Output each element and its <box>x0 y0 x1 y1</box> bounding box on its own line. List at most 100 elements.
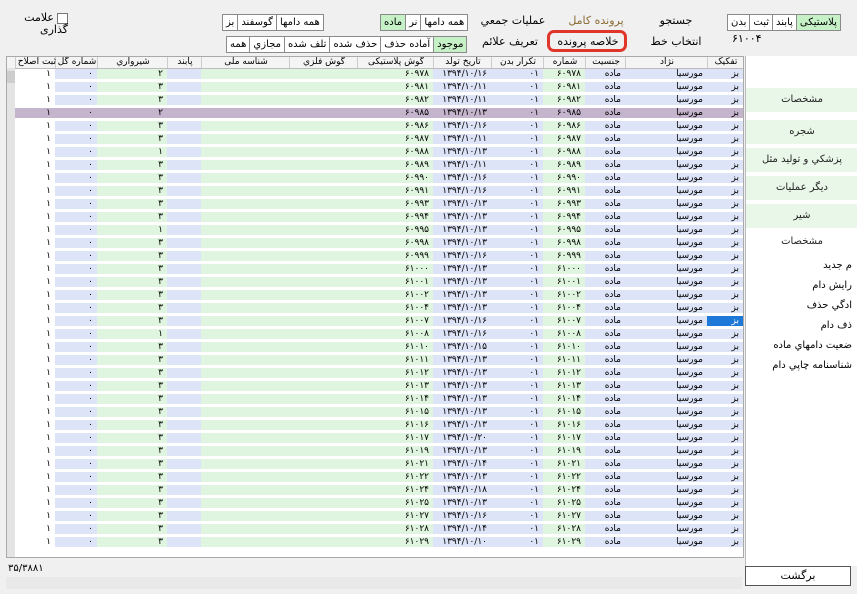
table-row[interactable]: بز مورسیا ماده ۶۰۹۸۲ ۰۱ ۱۳۹۴/۱۰/۱۱ ۶۰۹۸۲ ۳ ۰ ۱ <box>7 95 743 105</box>
table-row[interactable]: بز مورسیا ماده ۶۱۰۲۱ ۰۱ ۱۳۹۴/۱۰/۱۴ ۶۱۰۲۱ ۳ ۰ ۱ <box>7 459 743 469</box>
side-menu-link[interactable]: ذف دام <box>821 320 852 331</box>
mark-checkbox[interactable]: علامت گذاری <box>8 12 68 36</box>
filter-tab[interactable]: ثبت <box>749 15 772 30</box>
column-header[interactable]: گوش پلاستیکی <box>357 57 434 68</box>
horizontal-scrollbar[interactable] <box>6 577 742 589</box>
filter-tab[interactable]: موجود <box>433 37 467 52</box>
table-cell: ۶۱۰۲۱ <box>357 459 433 469</box>
filter-tab[interactable]: همه دامها <box>420 15 467 30</box>
filter-tab[interactable]: مجازي <box>249 37 284 52</box>
column-header[interactable]: شماره گل <box>55 57 98 68</box>
table-row[interactable]: بز مورسیا ماده ۶۱۰۱۵ ۰۱ ۱۳۹۴/۱۰/۱۳ ۶۱۰۱۵ ۳ ۰ ۱ <box>7 407 743 417</box>
back-button[interactable]: برگشت <box>745 566 851 586</box>
filter-tab[interactable]: گوسفند <box>237 15 276 30</box>
search-id-field[interactable]: ۶۱۰۰۴ <box>732 32 762 45</box>
table-row[interactable]: بز مورسیا ماده ۶۰۹۸۷ ۰۱ ۱۳۹۴/۱۰/۱۱ ۶۰۹۸۷ ۳ ۰ ۱ <box>7 134 743 144</box>
animals-table[interactable]: تفکیک نژاد جنسیت شماره تکرار بدن تاریخ تولد گو… <box>6 56 744 558</box>
filter-tab[interactable]: آماده حذف <box>380 37 433 52</box>
table-row[interactable]: بز مورسیا ماده ۶۰۹۸۹ ۰۱ ۱۳۹۴/۱۰/۱۱ ۶۰۹۸۹ ۳ ۰ ۱ <box>7 160 743 170</box>
side-menu-link[interactable]: شناسنامه چاپي دام <box>772 360 852 371</box>
filter-tab[interactable]: همه دامها <box>275 15 323 30</box>
table-row[interactable]: بز مورسیا ماده ۶۰۹۸۶ ۰۱ ۱۳۹۴/۱۰/۱۶ ۶۰۹۸۶ ۳ ۰ ۱ <box>7 121 743 131</box>
table-row[interactable]: بز مورسیا ماده ۶۱۰۱۲ ۰۱ ۱۳۹۴/۱۰/۱۳ ۶۱۰۱۲ ۳ ۰ ۱ <box>7 368 743 378</box>
filter-tab[interactable]: پابند <box>772 15 796 30</box>
table-row[interactable]: بز مورسیا ماده ۶۰۹۹۴ ۰۱ ۱۳۹۴/۱۰/۱۳ ۶۰۹۹۴ ۳ ۰ ۱ <box>7 212 743 222</box>
side-menu-button[interactable]: دیگر عملیات <box>746 176 857 200</box>
side-menu-button[interactable]: پزشکي و تولید مثل <box>746 148 857 172</box>
table-row[interactable]: بز مورسیا ماده ۶۱۰۲۷ ۰۱ ۱۳۹۴/۱۰/۱۶ ۶۱۰۲۷ ۳ ۰ ۱ <box>7 511 743 521</box>
column-header[interactable]: شماره <box>543 57 586 68</box>
filter-tab[interactable]: بز <box>223 15 237 30</box>
filter-tab[interactable]: حذف شده <box>329 37 380 52</box>
table-row[interactable]: بز مورسیا ماده ۶۱۰۱۰ ۰۱ ۱۳۹۴/۱۰/۱۵ ۶۱۰۱۰ ۳ ۰ ۱ <box>7 342 743 352</box>
status-filter-tabs[interactable]: موجود آماده حذف حذف شده تلف شده مجازي همه <box>226 36 468 53</box>
filter-tab[interactable]: ماده <box>381 15 406 30</box>
table-row[interactable]: بز مورسیا ماده ۶۰۹۹۱ ۰۱ ۱۳۹۴/۱۰/۱۶ ۶۰۹۹۱ ۳ ۰ ۱ <box>7 186 743 196</box>
column-header[interactable]: شناسه ملی <box>201 57 290 68</box>
column-header[interactable]: نژاد <box>625 57 708 68</box>
table-row[interactable]: بز مورسیا ماده ۶۱۰۱۶ ۰۱ ۱۳۹۴/۱۰/۱۳ ۶۱۰۱۶ ۳ ۰ ۱ <box>7 420 743 430</box>
side-menu-link[interactable]: رایش دام <box>812 280 852 291</box>
table-cell: ماده <box>585 342 625 352</box>
checkbox-box[interactable] <box>57 12 68 24</box>
full-record-button[interactable]: پرونده کامل <box>556 11 636 31</box>
column-header[interactable]: ثبت اصلاح ... <box>15 57 56 68</box>
table-row[interactable]: بز مورسیا ماده ۶۱۰۰۴ ۰۱ ۱۳۹۴/۱۰/۱۳ ۶۱۰۰۴ ۳ ۰ ۱ <box>7 303 743 313</box>
filter-tab[interactable]: نر <box>405 15 420 30</box>
table-row[interactable]: بز مورسیا ماده ۶۱۰۱۹ ۰۱ ۱۳۹۴/۱۰/۱۳ ۶۱۰۱۹ ۳ ۰ ۱ <box>7 446 743 456</box>
table-row[interactable]: بز مورسیا ماده ۶۱۰۰۰ ۰۱ ۱۳۹۴/۱۰/۱۳ ۶۱۰۰۰ ۳ ۰ ۱ <box>7 264 743 274</box>
vertical-scrollbar[interactable] <box>7 68 15 557</box>
table-row[interactable]: بز مورسیا ماده ۶۱۰۰۲ ۰۱ ۱۳۹۴/۱۰/۱۳ ۶۱۰۰۲ ۳ ۰ ۱ <box>7 290 743 300</box>
table-row[interactable]: بز مورسیا ماده ۶۰۹۸۸ ۰۱ ۱۳۹۴/۱۰/۱۳ ۶۰۹۸۸ ۱ ۰ ۱ <box>7 147 743 157</box>
column-header[interactable]: شیرواري <box>97 57 168 68</box>
table-row[interactable]: بز مورسیا ماده ۶۱۰۲۹ ۰۱ ۱۳۹۴/۱۰/۱۰ ۶۱۰۲۹ ۳ ۰ ۱ <box>7 537 743 547</box>
column-header[interactable]: گوش فلزي <box>289 57 358 68</box>
table-row[interactable]: بز مورسیا ماده ۶۱۰۲۲ ۰۱ ۱۳۹۴/۱۰/۱۳ ۶۱۰۲۲ ۳ ۰ ۱ <box>7 472 743 482</box>
filter-tab[interactable]: تلف شده <box>283 37 330 52</box>
bulk-operations-button[interactable]: عملیات جمعي <box>470 11 556 31</box>
table-row[interactable]: بز مورسیا ماده ۶۰۹۹۹ ۰۱ ۱۳۹۴/۱۰/۱۶ ۶۰۹۹۹ ۳ ۰ ۱ <box>7 251 743 261</box>
table-row[interactable]: بز مورسیا ماده ۶۱۰۱۴ ۰۱ ۱۳۹۴/۱۰/۱۳ ۶۱۰۱۴ ۳ ۰ ۱ <box>7 394 743 404</box>
side-menu-link[interactable]: ضعیت دامهاي ماده <box>773 340 852 351</box>
side-menu-button[interactable]: مشخصات <box>746 88 857 112</box>
side-menu-button[interactable]: شیر <box>746 204 857 228</box>
sex-filter-tabs[interactable]: همه دامها نر ماده <box>380 14 469 31</box>
scroll-thumb[interactable] <box>7 71 15 83</box>
column-header[interactable]: تفکیک <box>707 57 743 68</box>
table-row[interactable]: بز مورسیا ماده ۶۰۹۷۸ ۰۱ ۱۳۹۴/۱۰/۱۶ ۶۰۹۷۸ ۲ ۰ ۱ <box>7 69 743 79</box>
table-row[interactable]: بز مورسیا ماده ۶۱۰۰۱ ۰۱ ۱۳۹۴/۱۰/۱۳ ۶۱۰۰۱ ۳ ۰ ۱ <box>7 277 743 287</box>
table-row[interactable]: بز مورسیا ماده ۶۰۹۸۱ ۰۱ ۱۳۹۴/۱۰/۱۱ ۶۰۹۸۱ ۳ ۰ ۱ <box>7 82 743 92</box>
table-cell: ۶۰۹۹۹ <box>357 251 433 261</box>
table-row[interactable]: بز مورسیا ماده ۶۱۰۲۵ ۰۱ ۱۳۹۴/۱۰/۱۳ ۶۱۰۲۵ ۳ ۰ ۱ <box>7 498 743 508</box>
table-cell: ۶۰۹۸۲ <box>543 95 585 105</box>
table-row[interactable]: بز مورسیا ماده ۶۰۹۹۰ ۰۱ ۱۳۹۴/۱۰/۱۶ ۶۰۹۹۰ ۳ ۰ ۱ <box>7 173 743 183</box>
table-row[interactable]: بز مورسیا ماده ۶۰۹۹۳ ۰۱ ۱۳۹۴/۱۰/۱۳ ۶۰۹۹۳ ۳ ۰ ۱ <box>7 199 743 209</box>
table-row[interactable]: بز مورسیا ماده ۶۰۹۹۵ ۰۱ ۱۳۹۴/۱۰/۱۳ ۶۰۹۹۵ ۱ ۰ ۱ <box>7 225 743 235</box>
tag-type-tabs[interactable]: پلاستیکی پابند ثبت بدن <box>727 14 841 31</box>
column-header[interactable]: تاریخ تولد <box>433 57 492 68</box>
species-filter-tabs[interactable]: همه دامها گوسفند بز <box>222 14 324 31</box>
search-button[interactable]: جستجو <box>636 11 716 31</box>
select-line-button[interactable]: انتخاب خط <box>636 32 716 52</box>
column-header[interactable]: پابند <box>167 57 202 68</box>
define-signs-button[interactable]: تعریف علائم <box>470 32 550 52</box>
table-row[interactable]: بز مورسیا ماده ۶۱۰۰۸ ۰۱ ۱۳۹۴/۱۰/۱۶ ۶۱۰۰۸ ۱ ۰ ۱ <box>7 329 743 339</box>
table-row[interactable]: بز مورسیا ماده ۶۱۰۲۸ ۰۱ ۱۳۹۴/۱۰/۱۴ ۶۱۰۲۸ ۳ ۰ ۱ <box>7 524 743 534</box>
table-cell: ۰ <box>55 524 97 534</box>
side-menu-link[interactable]: م جدید <box>823 260 852 271</box>
table-row[interactable]: بز مورسیا ماده ۶۱۰۲۴ ۰۱ ۱۳۹۴/۱۰/۱۸ ۶۱۰۲۴ ۳ ۰ ۱ <box>7 485 743 495</box>
filter-tab[interactable]: همه <box>227 37 249 52</box>
table-row[interactable]: بز مورسیا ماده ۶۱۰۰۷ ۰۱ ۱۳۹۴/۱۰/۱۶ ۶۱۰۰۷ ۳ ۰ ۱ <box>7 316 743 326</box>
column-header[interactable]: جنسیت <box>585 57 626 68</box>
table-row[interactable]: بز مورسیا ماده ۶۱۰۱۷ ۰۱ ۱۳۹۴/۱۰/۲۰ ۶۱۰۱۷ ۳ ۰ ۱ <box>7 433 743 443</box>
table-row[interactable]: بز مورسیا ماده ۶۰۹۹۸ ۰۱ ۱۳۹۴/۱۰/۱۳ ۶۰۹۹۸ ۳ ۰ ۱ <box>7 238 743 248</box>
side-menu-link[interactable]: ادگي حذف <box>807 300 852 311</box>
table-row[interactable]: بز مورسیا ماده ۶۰۹۸۵ ۰۱ ۱۳۹۴/۱۰/۱۳ ۶۰۹۸۵ ۲ ۰ ۱ <box>7 108 743 118</box>
side-menu-button[interactable]: شجره <box>746 120 857 144</box>
table-row[interactable]: بز مورسیا ماده ۶۱۰۱۳ ۰۱ ۱۳۹۴/۱۰/۱۳ ۶۱۰۱۳ ۳ ۰ ۱ <box>7 381 743 391</box>
table-row[interactable]: بز مورسیا ماده ۶۱۰۱۱ ۰۱ ۱۳۹۴/۱۰/۱۳ ۶۱۰۱۱ ۳ ۰ ۱ <box>7 355 743 365</box>
filter-tab[interactable]: بدن <box>728 15 749 30</box>
column-header[interactable]: تکرار بدن <box>491 57 544 68</box>
side-menu-button[interactable]: مشخصات <box>746 232 857 252</box>
filter-tab[interactable]: پلاستیکی <box>795 15 840 30</box>
